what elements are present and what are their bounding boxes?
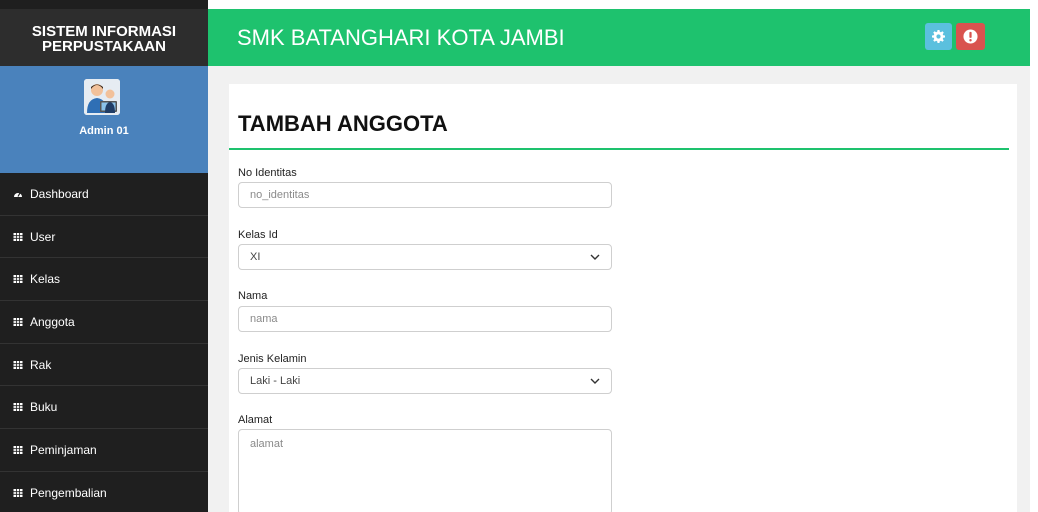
sidebar-item-peminjaman[interactable]: Peminjaman	[0, 429, 208, 472]
sidebar-item-label: Anggota	[30, 314, 75, 329]
kelas-id-value: XI	[250, 251, 261, 263]
sidebar-item-user[interactable]: User	[0, 216, 208, 259]
sidebar-item-kelas[interactable]: Kelas	[0, 258, 208, 302]
chevron-down-icon	[590, 378, 600, 384]
table-icon	[13, 232, 23, 242]
brand-line-1: SISTEM INFORMASI	[31, 23, 177, 40]
chevron-down-icon	[590, 254, 600, 260]
sidebar-item-label: Pengembalian	[30, 485, 107, 500]
table-icon	[13, 402, 23, 412]
sidebar-item-anggota[interactable]: Anggota	[0, 301, 208, 344]
top-header: SMK BATANGHARI KOTA JAMBI	[208, 9, 1030, 66]
sidebar-item-buku[interactable]: Buku	[0, 386, 208, 430]
nama-input[interactable]: nama	[238, 306, 612, 332]
jenis-kelamin-value: Laki - Laki	[250, 375, 301, 387]
sidebar-item-label: Kelas	[30, 272, 61, 287]
page-title: TAMBAH ANGGOTA	[238, 111, 448, 136]
exclamation-icon	[963, 29, 978, 44]
brand-line-2: PERPUSTAKAAN	[42, 38, 166, 55]
avatar	[84, 79, 120, 115]
table-icon	[13, 274, 23, 284]
sidebar-item-pengembalian[interactable]: Pengembalian	[0, 472, 208, 512]
settings-button[interactable]	[925, 23, 952, 50]
alamat-textarea[interactable]: alamat	[238, 429, 612, 512]
kelas-id-label: Kelas Id	[238, 229, 278, 241]
dashboard-icon	[13, 189, 23, 199]
user-name: Admin 01	[79, 125, 129, 137]
sidebar-item-label: User	[30, 229, 56, 244]
sidebar-item-label: Buku	[30, 400, 58, 415]
no-identitas-label: No Identitas	[238, 167, 297, 179]
table-icon	[13, 317, 23, 327]
header-title: SMK BATANGHARI KOTA JAMBI	[237, 25, 565, 50]
sidebar-menu: Dashboard User Kelas Anggota Rak Buku Pe…	[0, 173, 208, 512]
alamat-label: Alamat	[238, 414, 273, 426]
sidebar-item-rak[interactable]: Rak	[0, 344, 208, 387]
sidebar-item-label: Peminjaman	[30, 442, 97, 457]
no-identitas-input[interactable]: no_identitas	[238, 182, 612, 208]
gear-icon	[932, 30, 945, 43]
kelas-id-select[interactable]: XI	[238, 244, 612, 270]
table-icon	[13, 360, 23, 370]
sidebar-item-dashboard[interactable]: Dashboard	[0, 173, 208, 216]
sidebar-item-label: Dashboard	[30, 186, 89, 201]
jenis-kelamin-select[interactable]: Laki - Laki	[238, 368, 612, 394]
logout-button[interactable]	[956, 23, 985, 50]
nama-label: Nama	[238, 290, 268, 302]
table-icon	[13, 488, 23, 498]
user-avatar-icon	[84, 79, 120, 115]
sidebar-item-label: Rak	[30, 357, 52, 372]
title-divider	[229, 148, 1009, 150]
app-root: SISTEM INFORMASI PERPUSTAKAAN Admin 01 D…	[0, 0, 1038, 512]
brand: SISTEM INFORMASI PERPUSTAKAAN	[0, 9, 208, 66]
jenis-kelamin-label: Jenis Kelamin	[238, 353, 307, 365]
sidebar: SISTEM INFORMASI PERPUSTAKAAN Admin 01 D…	[0, 0, 208, 512]
user-panel: Admin 01	[0, 66, 208, 173]
table-icon	[13, 445, 23, 455]
